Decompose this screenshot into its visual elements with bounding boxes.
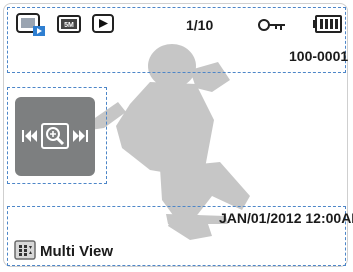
file-counter: 1/10 [186, 17, 214, 33]
photo-playback-mode-icon [16, 13, 45, 36]
play-mode-icon [92, 14, 114, 33]
key-protect-icon [258, 19, 285, 31]
multi-view-label: Multi View [40, 243, 114, 260]
date-time-display: JAN/01/2012 12:00AM [219, 210, 353, 226]
zoom-skip-nav-button[interactable] [15, 97, 95, 176]
lcd-screen: 5M 1/10 100-0001 JAN/01/2012 12:00AM Mul… [0, 0, 353, 272]
photo-size-icon: 5M [57, 15, 81, 33]
battery-icon [313, 15, 342, 33]
file-number: 100-0001 [289, 48, 349, 64]
multi-view-icon [14, 240, 36, 260]
svg-text:5M: 5M [64, 22, 74, 29]
zoom-skip-nav-icon [22, 123, 88, 149]
